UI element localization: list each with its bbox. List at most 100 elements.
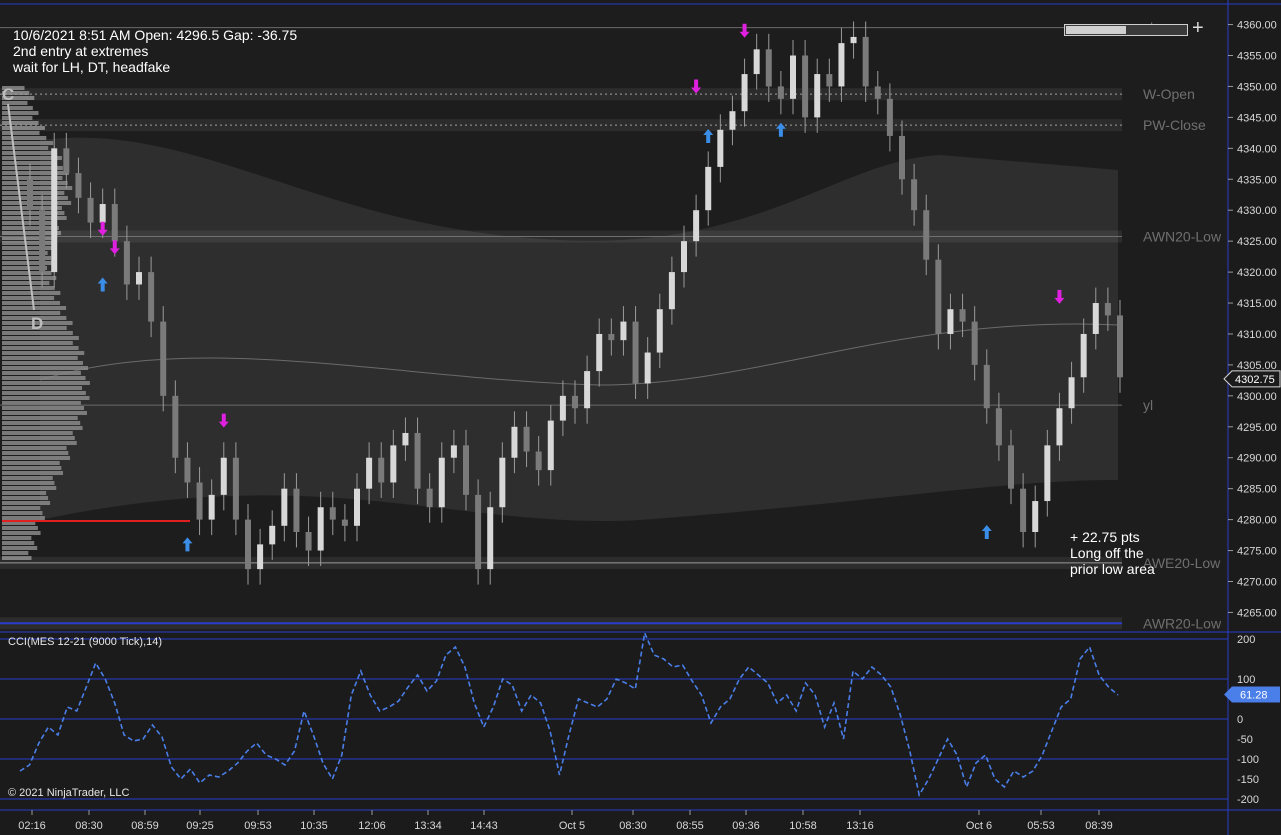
candle-body <box>644 352 651 384</box>
volume-profile-bar <box>2 411 87 415</box>
candle-body <box>232 457 239 520</box>
candle-body <box>584 371 591 409</box>
volume-profile-bar <box>2 416 78 420</box>
price-tick-label: 4300.00 <box>1237 391 1277 403</box>
candle-body <box>668 272 675 310</box>
price-tick-label: 4350.00 <box>1237 81 1277 93</box>
candle-body <box>729 111 736 130</box>
level-label: PW-Close <box>1143 117 1206 133</box>
volume-profile-bar <box>2 546 38 550</box>
volume-profile-bar <box>2 516 45 520</box>
candle-body <box>681 241 687 273</box>
time-tick-label: 10:58 <box>789 820 817 832</box>
candle-body <box>257 544 264 570</box>
candle-body <box>559 395 566 421</box>
time-tick-label: 08:30 <box>619 820 647 832</box>
time-tick-label: 10:35 <box>300 820 328 832</box>
candle-body <box>886 98 893 136</box>
candle-body <box>208 494 215 520</box>
candle-body <box>596 333 603 372</box>
volume-profile-bar <box>2 381 90 385</box>
volume-profile-bar <box>2 186 73 190</box>
candle-body <box>874 86 881 99</box>
volume-profile-bar <box>2 336 79 340</box>
candle-body <box>899 135 905 180</box>
cci-tick-label: 0 <box>1237 714 1243 726</box>
price-tick-label: 4285.00 <box>1237 484 1277 496</box>
candle-body <box>341 519 348 526</box>
candle-body <box>693 210 700 242</box>
candle-body <box>99 204 106 223</box>
candle-body <box>947 309 954 334</box>
volume-profile-bar <box>2 181 68 185</box>
candle-body <box>196 482 203 520</box>
volume-profile-bar <box>2 361 83 365</box>
candle-body <box>402 432 409 446</box>
volume-profile-bar <box>2 471 64 475</box>
candle-body <box>136 272 142 285</box>
price-tick-label: 4355.00 <box>1237 51 1277 63</box>
volume-profile-bar <box>2 431 73 435</box>
volume-profile-bar <box>2 501 51 505</box>
trade-note-line-1: + 22.75 pts <box>1070 529 1140 545</box>
candle-body <box>293 488 300 532</box>
cci-panel-title: CCI(MES 12-21 (9000 Tick),14) <box>8 636 163 648</box>
volume-profile-bar <box>2 356 78 360</box>
chart-scroll-bar[interactable] <box>1064 24 1188 36</box>
price-tick-label: 4310.00 <box>1237 329 1277 341</box>
price-tick-label: 4340.00 <box>1237 143 1277 155</box>
volume-profile-bar <box>2 391 86 395</box>
header-line-2: 2nd entry at extremes <box>13 43 149 59</box>
time-tick-label: Oct 6 <box>966 820 992 832</box>
candle-body <box>983 364 990 409</box>
candle-body <box>995 408 1002 446</box>
candle-body <box>487 507 494 570</box>
volume-profile-bar <box>2 486 57 490</box>
profile-letter: D <box>31 314 43 333</box>
time-tick-label: 09:25 <box>186 820 214 832</box>
candle-body <box>1020 488 1027 532</box>
candle-body <box>911 179 918 211</box>
volume-profile-bar <box>2 436 75 440</box>
volume-profile-bar <box>2 171 69 175</box>
volume-profile-bar <box>2 421 81 425</box>
candle-body <box>27 179 33 211</box>
volume-profile-bar <box>2 196 68 200</box>
cci-value-label: 61.28 <box>1240 689 1268 701</box>
candle-body <box>160 321 167 396</box>
volume-profile-bar <box>2 201 72 205</box>
price-tick-label: 4265.00 <box>1237 607 1277 619</box>
candle-body <box>1092 303 1099 334</box>
cci-tick-label: -150 <box>1237 774 1259 786</box>
candle-body <box>87 197 94 223</box>
volume-profile-bar <box>2 511 43 515</box>
candle-body <box>572 395 578 409</box>
cci-tick-label: 200 <box>1237 634 1255 646</box>
candle-body <box>656 309 663 353</box>
volume-profile-bar <box>2 371 81 375</box>
candle-body <box>450 445 457 458</box>
candle-body <box>390 445 397 483</box>
trade-note-line-2: Long off the <box>1070 545 1144 561</box>
time-tick-label: 05:53 <box>1027 820 1055 832</box>
time-tick-label: 08:39 <box>1085 820 1113 832</box>
candle-body <box>547 420 554 471</box>
volume-profile-bar <box>2 296 55 300</box>
cci-tick-label: -100 <box>1237 754 1259 766</box>
volume-profile-bar <box>2 246 57 250</box>
cci-tick-label: -200 <box>1237 794 1259 806</box>
time-tick-label: 14:43 <box>470 820 498 832</box>
candle-body <box>305 531 312 551</box>
volume-profile-bar <box>2 106 33 110</box>
candle-body <box>354 488 360 526</box>
scroll-thumb[interactable] <box>1066 26 1126 34</box>
candle-body <box>75 173 82 198</box>
add-panel-icon[interactable]: + <box>1192 17 1204 40</box>
price-tick-label: 4360.00 <box>1237 20 1277 32</box>
time-tick-label: Oct 5 <box>559 820 585 832</box>
candle-body <box>123 241 130 285</box>
volume-profile-bar <box>2 366 89 370</box>
volume-profile-bar <box>2 286 55 290</box>
time-tick-label: 08:55 <box>676 820 704 832</box>
candle-body <box>923 210 930 260</box>
